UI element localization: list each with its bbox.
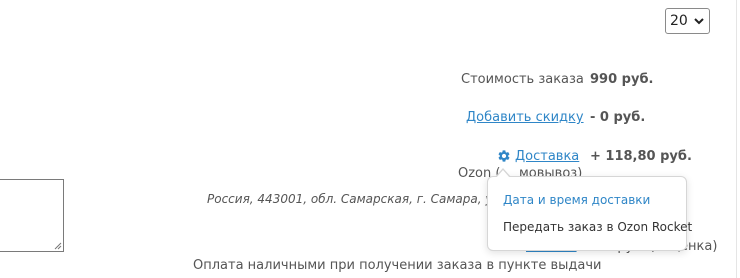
- delivery-address: Россия, 443001, обл. Самарская, г. Самар…: [207, 192, 504, 206]
- popover-arrow-inner: [496, 170, 510, 178]
- delivery-value: + 118,80 руб.: [590, 149, 692, 164]
- per-page-value: 20: [670, 13, 688, 29]
- discount-value: - 0 руб.: [590, 110, 646, 125]
- comment-textarea[interactable]: [0, 179, 64, 252]
- gear-icon[interactable]: [497, 149, 511, 163]
- per-page-select[interactable]: 20: [665, 8, 710, 34]
- payment-method-text: Оплата наличными при получении заказа в …: [193, 258, 602, 273]
- add-discount-link[interactable]: Добавить скидку: [466, 110, 584, 125]
- scrollbar-edge: [736, 0, 737, 278]
- chevron-down-icon: [694, 18, 704, 25]
- resize-grip-icon[interactable]: [53, 241, 62, 250]
- order-cost-value: 990 руб.: [590, 72, 654, 87]
- order-cost-label: Стоимость заказа: [461, 72, 584, 87]
- delivery-datetime-option[interactable]: Дата и время доставки: [503, 193, 650, 207]
- transfer-to-ozon-rocket-option[interactable]: Передать заказ в Ozon Rocket: [503, 220, 692, 234]
- delivery-options-popover: Дата и время доставки Передать заказ в O…: [487, 168, 692, 251]
- delivery-link[interactable]: Доставка: [515, 149, 579, 164]
